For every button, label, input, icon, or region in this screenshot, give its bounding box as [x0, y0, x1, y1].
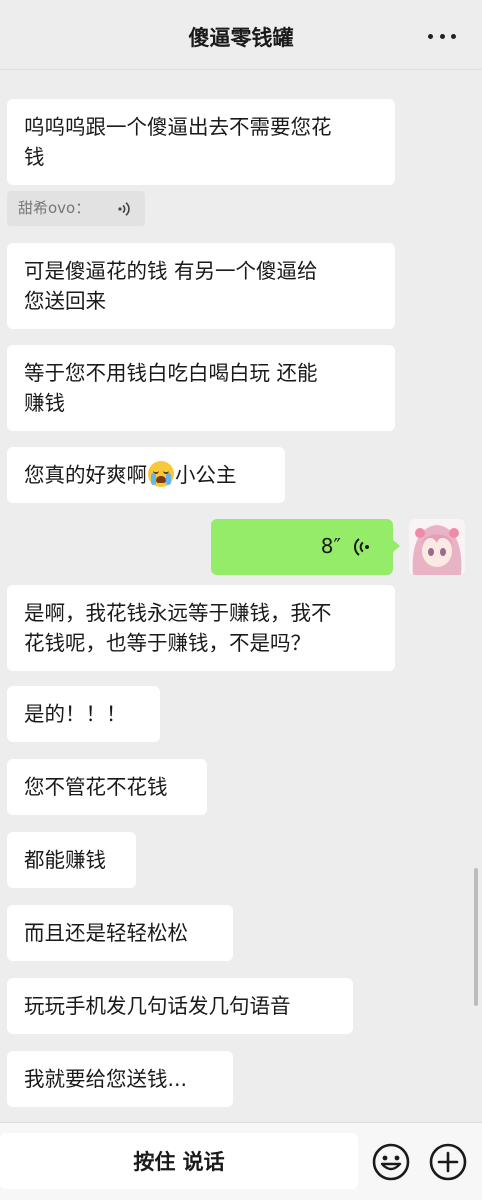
voice-message-bubble[interactable]: 8″ — [211, 519, 400, 575]
chat-title: 傻逼零钱罐 — [188, 26, 294, 50]
add-icon[interactable] — [428, 1142, 468, 1182]
message-text: 您真的好爽啊 — [24, 463, 147, 487]
message-bubble[interactable]: 可是傻逼花的钱 有另一个傻逼给 您送回来 — [7, 243, 395, 329]
scrollbar[interactable] — [474, 868, 478, 1006]
message-bubble[interactable]: 您真的好爽啊 小公主 — [7, 447, 285, 503]
message-bubble[interactable]: 等于您不用钱白吃白喝白玩 还能 赚钱 — [7, 345, 395, 431]
hold-to-talk-button[interactable]: 按住 说话 — [0, 1133, 358, 1189]
crying-face-icon — [148, 461, 174, 487]
message-bubble[interactable]: 是的！！！ — [7, 686, 160, 742]
emoji-icon[interactable] — [371, 1142, 411, 1182]
message-bubble[interactable]: 是啊，我花钱永远等于赚钱，我不 花钱呢，也等于赚钱，不是吗？ — [7, 585, 395, 671]
message-bubble[interactable]: 我就要给您送钱... — [7, 1051, 233, 1107]
more-icon[interactable] — [428, 34, 456, 40]
sender-name-tag: 甜希ovo： — [7, 191, 145, 226]
input-toolbar: 按住 说话 — [0, 1122, 482, 1200]
chat-header: 傻逼零钱罐 — [0, 0, 482, 70]
message-bubble[interactable]: 您不管花不花钱 — [7, 759, 207, 815]
message-text: 小公主 — [175, 463, 237, 487]
voice-wave-icon — [354, 538, 369, 556]
voice-duration: 8″ — [320, 534, 341, 558]
message-bubble[interactable]: 而且还是轻轻松松 — [7, 905, 233, 961]
message-bubble[interactable]: 玩玩手机发几句话发几句语音 — [7, 978, 353, 1034]
voice-wave-icon — [118, 202, 130, 216]
anime-girl-avatar-image — [409, 519, 465, 575]
message-bubble[interactable]: 都能赚钱 — [7, 832, 136, 888]
avatar[interactable] — [409, 519, 465, 575]
sender-name: 甜希ovo： — [18, 199, 91, 217]
message-bubble[interactable]: 呜呜呜跟一个傻逼出去不需要您花 钱 — [7, 99, 395, 185]
